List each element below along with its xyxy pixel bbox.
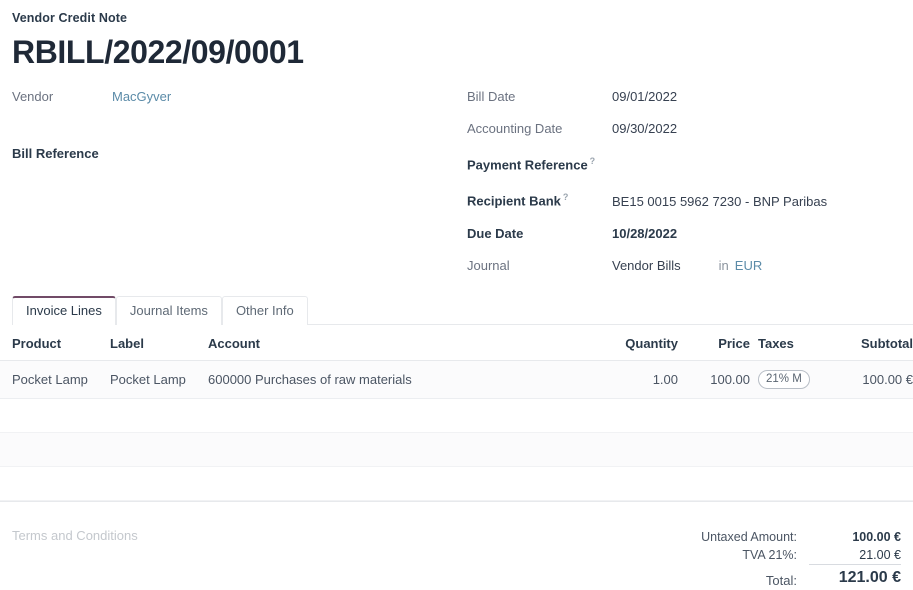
field-grid: Vendor MacGyver Bill Reference Bill Date… (12, 88, 901, 289)
column-header-label[interactable]: Label (110, 327, 208, 361)
field-journal-label: Journal (467, 257, 612, 275)
journal-currency-connector: in (719, 258, 729, 273)
column-header-quantity[interactable]: Quantity (578, 327, 678, 361)
empty-cell (0, 432, 913, 466)
totals-value-tax: 21.00 € (809, 546, 901, 565)
field-bill-date-label: Bill Date (467, 88, 612, 106)
field-recipient-bank-value[interactable]: BE15 0015 5962 7230 - BNP Paribas (612, 193, 827, 211)
field-journal: Journal Vendor Bills in EUR (467, 257, 901, 275)
sheet-footer: Terms and Conditions Untaxed Amount: 100… (0, 522, 913, 590)
tax-badge: 21% M (758, 370, 810, 389)
column-header-subtotal[interactable]: Subtotal (843, 327, 913, 361)
help-tooltip-icon[interactable]: ? (590, 156, 596, 166)
totals-row-untaxed: Untaxed Amount: 100.00 € (629, 528, 901, 546)
cell-account[interactable]: 600000 Purchases of raw materials (208, 360, 578, 398)
field-recipient-bank: Recipient Bank? BE15 0015 5962 7230 - BN… (467, 188, 901, 210)
totals-value-untaxed: 100.00 € (809, 528, 901, 546)
field-column-left: Vendor MacGyver Bill Reference (12, 88, 467, 289)
field-accounting-date-label: Accounting Date (467, 120, 612, 138)
totals-table: Untaxed Amount: 100.00 € TVA 21%: 21.00 … (629, 528, 901, 590)
notebook: Invoice Lines Journal Items Other Info (0, 295, 913, 325)
field-bill-date: Bill Date 09/01/2022 (467, 88, 901, 106)
field-due-date-value[interactable]: 10/28/2022 (612, 225, 677, 243)
totals-row-total: Total: 121.00 € (629, 564, 901, 590)
field-payment-reference-label: Payment Reference? (467, 152, 612, 174)
table-row[interactable]: Pocket Lamp Pocket Lamp 600000 Purchases… (0, 360, 913, 398)
vendor-link[interactable]: MacGyver (112, 89, 171, 104)
invoice-lines-body: Pocket Lamp Pocket Lamp 600000 Purchases… (0, 360, 913, 500)
column-header-price[interactable]: Price (678, 327, 758, 361)
document-type-label: Vendor Credit Note (12, 10, 901, 26)
currency-link[interactable]: EUR (735, 258, 762, 273)
tab-journal-items[interactable]: Journal Items (116, 296, 222, 325)
field-bill-reference-label: Bill Reference (12, 145, 112, 163)
field-vendor-value: MacGyver (112, 88, 171, 106)
tab-other-info[interactable]: Other Info (222, 296, 308, 325)
cell-taxes[interactable]: 21% M (758, 360, 843, 398)
terms-and-conditions-input[interactable]: Terms and Conditions (12, 522, 629, 590)
cell-label[interactable]: Pocket Lamp (110, 360, 208, 398)
invoice-lines-table: Product Label Account Quantity Price Tax… (0, 327, 913, 501)
empty-cell (0, 398, 913, 432)
cell-quantity[interactable]: 1.00 (578, 360, 678, 398)
field-accounting-date-value[interactable]: 09/30/2022 (612, 120, 677, 138)
page-title[interactable]: RBILL/2022/09/0001 (12, 32, 901, 72)
column-header-product[interactable]: Product (0, 327, 110, 361)
field-vendor-label: Vendor (12, 88, 112, 106)
table-header-row: Product Label Account Quantity Price Tax… (0, 327, 913, 361)
field-payment-reference: Payment Reference? (467, 152, 901, 174)
totals-value-total: 121.00 € (809, 564, 901, 590)
field-bill-date-value[interactable]: 09/01/2022 (612, 88, 677, 106)
cell-price[interactable]: 100.00 (678, 360, 758, 398)
field-due-date-label: Due Date (467, 225, 612, 243)
field-accounting-date: Accounting Date 09/30/2022 (467, 120, 901, 138)
table-row-empty[interactable] (0, 398, 913, 432)
totals-row-tax: TVA 21%: 21.00 € (629, 546, 901, 565)
totals-label-untaxed: Untaxed Amount: (629, 528, 809, 546)
totals-panel: Untaxed Amount: 100.00 € TVA 21%: 21.00 … (629, 522, 901, 590)
column-header-account[interactable]: Account (208, 327, 578, 361)
field-bill-reference-value[interactable] (112, 141, 232, 158)
field-bill-reference: Bill Reference (12, 141, 467, 163)
help-tooltip-icon[interactable]: ? (563, 192, 569, 202)
field-vendor: Vendor MacGyver (12, 88, 467, 106)
table-row-empty[interactable] (0, 466, 913, 500)
cell-subtotal: 100.00 € (843, 360, 913, 398)
field-recipient-bank-label-text: Recipient Bank (467, 194, 561, 209)
field-journal-value[interactable]: Vendor Bills (612, 257, 681, 275)
field-column-right: Bill Date 09/01/2022 Accounting Date 09/… (467, 88, 901, 289)
field-due-date: Due Date 10/28/2022 (467, 225, 901, 243)
tab-list: Invoice Lines Journal Items Other Info (12, 295, 913, 325)
column-header-taxes[interactable]: Taxes (758, 327, 843, 361)
totals-label-tax[interactable]: TVA 21%: (629, 546, 809, 565)
tab-invoice-lines[interactable]: Invoice Lines (12, 296, 116, 325)
table-bottom-divider (0, 501, 913, 502)
field-recipient-bank-label: Recipient Bank? (467, 188, 612, 210)
empty-cell (0, 466, 913, 500)
document-sheet: Vendor Credit Note RBILL/2022/09/0001 Ve… (0, 0, 913, 289)
invoice-lines-header: Product Label Account Quantity Price Tax… (0, 327, 913, 361)
totals-label-total: Total: (629, 564, 809, 590)
field-payment-reference-value[interactable] (612, 152, 732, 169)
cell-product[interactable]: Pocket Lamp (0, 360, 110, 398)
table-row-empty[interactable] (0, 432, 913, 466)
field-payment-reference-label-text: Payment Reference (467, 157, 588, 172)
